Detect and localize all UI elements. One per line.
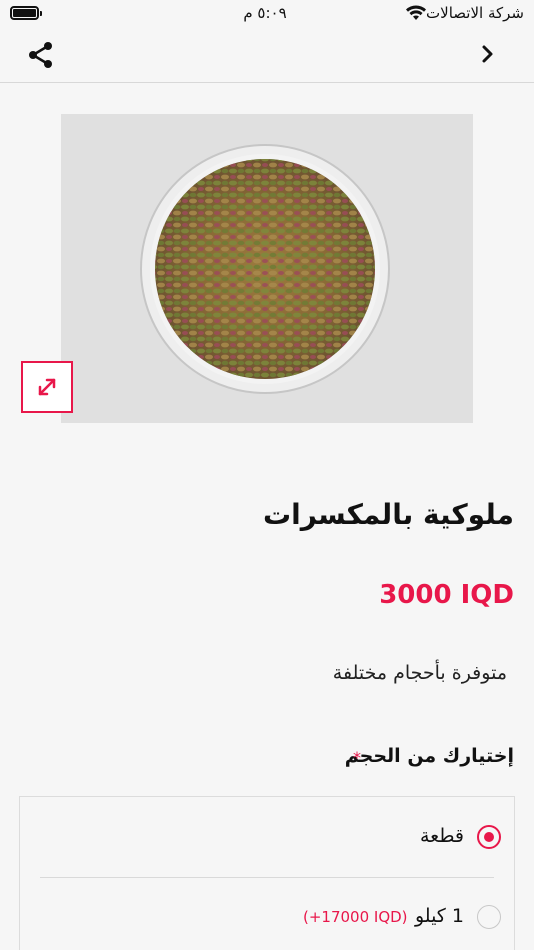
size-option-piece[interactable]: قطعة <box>20 797 514 877</box>
status-time: ٥:٠٩ م <box>243 4 287 22</box>
option-label: 1 كيلو <box>414 905 464 927</box>
expand-image-button[interactable] <box>21 361 73 413</box>
size-selector-heading: إختيارك من الحجم <box>344 745 514 767</box>
wifi-icon <box>406 5 426 20</box>
required-mark: * <box>353 748 361 767</box>
option-label: قطعة <box>419 825 464 847</box>
expand-icon <box>38 378 56 396</box>
product-image[interactable] <box>61 114 473 423</box>
size-options-list: قطعة 1 كيلو (+17000 IQD) <box>19 796 515 950</box>
radio-unselected-icon[interactable] <box>477 905 501 929</box>
battery-icon <box>10 6 42 20</box>
product-description: متوفرة بأحجام مختلفة <box>332 662 507 684</box>
share-icon[interactable] <box>26 40 56 70</box>
carrier-name: شركة الاتصالات <box>426 4 524 22</box>
status-bar: ٥:٠٩ م شركة الاتصالات <box>0 0 534 30</box>
product-price: 3000 IQD <box>379 580 514 610</box>
size-option-kilo[interactable]: 1 كيلو (+17000 IQD) <box>20 877 514 950</box>
pistachio-bowl-image <box>61 114 473 423</box>
option-extra-price: (+17000 IQD) <box>303 908 408 926</box>
chevron-right-icon[interactable] <box>476 42 500 66</box>
product-title: ملوكية بالمكسرات <box>262 498 514 531</box>
nav-bar <box>0 30 534 83</box>
radio-selected-icon[interactable] <box>477 825 501 849</box>
